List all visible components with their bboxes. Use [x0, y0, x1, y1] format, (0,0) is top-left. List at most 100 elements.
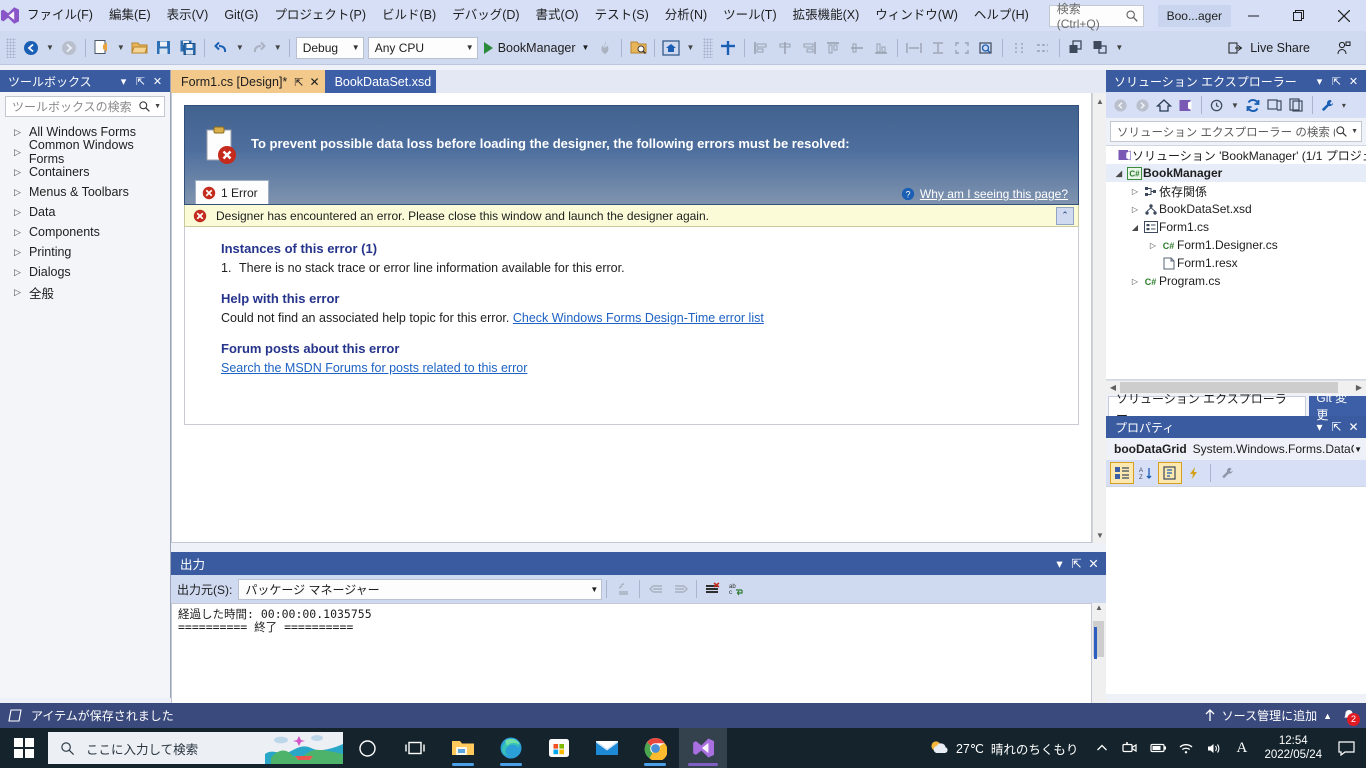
toolbox-pin-button[interactable]: ⇱: [132, 72, 149, 90]
chevron-down-icon[interactable]: ▼: [576, 43, 590, 52]
se-show-all-files-button[interactable]: [1175, 94, 1197, 116]
toolbox-item-components[interactable]: ▷ Components: [0, 222, 170, 242]
make-same-width-button[interactable]: [902, 36, 926, 60]
se-back-button[interactable]: [1109, 94, 1131, 116]
output-close-button[interactable]: ✕: [1085, 555, 1102, 573]
align-bottoms-button[interactable]: [869, 36, 893, 60]
scroll-up-icon[interactable]: ▲: [1092, 603, 1106, 612]
menu-build[interactable]: ビルド(B): [374, 0, 444, 31]
align-middles-button[interactable]: [845, 36, 869, 60]
menu-file[interactable]: ファイル(F): [19, 0, 101, 31]
twisty-collapsed-icon[interactable]: ▷: [1146, 241, 1160, 250]
horizontal-spacing-button[interactable]: [1007, 36, 1031, 60]
toggle-word-wrap-button[interactable]: ab c: [725, 577, 749, 601]
toolbox-search-input[interactable]: ツールボックスの検索 ▼: [5, 96, 165, 117]
file-explorer-button[interactable]: [439, 728, 487, 768]
pane-tab-solution-explorer[interactable]: ソリューション エクスプローラー: [1108, 392, 1307, 423]
ime-indicator[interactable]: A: [1229, 728, 1254, 768]
send-to-back-button[interactable]: [1088, 36, 1112, 60]
solution-explorer-close-button[interactable]: ✕: [1345, 72, 1362, 90]
scroll-down-icon[interactable]: ▼: [1093, 527, 1107, 543]
notifications-button[interactable]: 2: [1338, 706, 1360, 726]
network-tray-icon-button[interactable]: [1173, 728, 1198, 768]
toolbox-item-menus-toolbars[interactable]: ▷ Menus & Toolbars: [0, 182, 170, 202]
visual-studio-taskbar-button[interactable]: [679, 728, 727, 768]
account-button[interactable]: Boo...ager: [1157, 4, 1231, 27]
solution-platform-combo[interactable]: Any CPU ▼: [367, 36, 478, 59]
new-project-button[interactable]: [90, 36, 114, 60]
menu-edit[interactable]: 編集(E): [101, 0, 159, 31]
menu-debug[interactable]: デバッグ(D): [444, 0, 527, 31]
toolbar-grip[interactable]: [6, 37, 16, 58]
cortana-button[interactable]: [343, 728, 391, 768]
battery-tray-icon-button[interactable]: [1145, 728, 1170, 768]
properties-pin-button[interactable]: ⇱: [1328, 418, 1345, 436]
pane-tab-git-changes[interactable]: Git 変更: [1309, 391, 1366, 422]
clear-all-button[interactable]: [701, 577, 725, 601]
twisty-expanded-icon[interactable]: ◢: [1128, 223, 1142, 232]
start-button[interactable]: [0, 728, 48, 768]
navigate-forward-button[interactable]: [57, 36, 81, 60]
show-hidden-icons-button[interactable]: [1089, 728, 1114, 768]
solution-explorer-pin-button[interactable]: ⇱: [1328, 72, 1345, 90]
toolbox-item-general[interactable]: ▷ 全般: [0, 282, 170, 302]
tree-node-form1-resx[interactable]: Form1.resx: [1106, 254, 1366, 272]
alphabetical-view-button[interactable]: AZ: [1134, 462, 1158, 484]
solution-explorer-search-input[interactable]: ソリューション エクスプローラー の検索 (Ctrl+;) ▼: [1110, 121, 1362, 142]
solution-configuration-combo[interactable]: Debug ▼: [295, 36, 364, 59]
microsoft-store-button[interactable]: [535, 728, 583, 768]
tree-node-dependencies[interactable]: ▷ 依存関係: [1106, 182, 1366, 200]
task-view-button[interactable]: [391, 728, 439, 768]
align-lefts-button[interactable]: [749, 36, 773, 60]
properties-close-button[interactable]: ✕: [1345, 418, 1362, 436]
se-overflow-chevron-icon[interactable]: ▾: [1339, 101, 1349, 110]
live-share-button[interactable]: Live Share: [1220, 36, 1318, 60]
twisty-collapsed-icon[interactable]: ▷: [1128, 187, 1142, 196]
property-pages-button[interactable]: [1215, 462, 1239, 484]
tree-node-program-cs[interactable]: ▷ C# Program.cs: [1106, 272, 1366, 290]
restore-button[interactable]: [1276, 0, 1321, 31]
toolbox-item-dialogs[interactable]: ▷ Dialogs: [0, 262, 170, 282]
properties-grid[interactable]: [1106, 486, 1366, 694]
scroll-right-icon[interactable]: ▶: [1352, 381, 1366, 394]
chevron-up-icon[interactable]: ▲: [1323, 711, 1332, 721]
tab-order-button[interactable]: [716, 36, 740, 60]
toolbox-item-printing[interactable]: ▷ Printing: [0, 242, 170, 262]
twisty-expanded-icon[interactable]: ◢: [1112, 169, 1126, 178]
se-view-code-button[interactable]: [1286, 94, 1308, 116]
categorized-view-button[interactable]: [1110, 462, 1134, 484]
toolbox-item-data[interactable]: ▷ Data: [0, 202, 170, 222]
hot-reload-button[interactable]: [593, 36, 617, 60]
se-properties-button[interactable]: [1317, 94, 1339, 116]
new-project-dropdown-chevron-icon[interactable]: ▼: [114, 43, 128, 52]
menu-help[interactable]: ヘルプ(H): [966, 0, 1037, 31]
chevron-down-icon[interactable]: ▼: [154, 103, 161, 110]
bring-to-front-button[interactable]: [1064, 36, 1088, 60]
se-refresh-button[interactable]: [1242, 94, 1264, 116]
camera-tray-icon-button[interactable]: [1117, 728, 1142, 768]
google-chrome-button[interactable]: [631, 728, 679, 768]
toolbar-grip-2[interactable]: [703, 37, 714, 58]
vertical-spacing-button[interactable]: [1031, 36, 1055, 60]
undo-button[interactable]: [209, 36, 233, 60]
se-home-button[interactable]: [1153, 94, 1175, 116]
collapse-error-button[interactable]: ⌃: [1056, 206, 1074, 225]
align-centers-button[interactable]: [773, 36, 797, 60]
output-source-combo[interactable]: パッケージ マネージャー ▼: [238, 578, 603, 600]
global-search-input[interactable]: 検索 (Ctrl+Q): [1048, 2, 1144, 31]
properties-page-button[interactable]: [1158, 462, 1182, 484]
menu-format[interactable]: 書式(O): [528, 0, 587, 31]
close-icon[interactable]: ✕: [310, 75, 320, 89]
menu-analyze[interactable]: 分析(N): [657, 0, 715, 31]
se-filter-chevron-icon[interactable]: ▼: [1228, 101, 1242, 110]
save-all-button[interactable]: [176, 36, 200, 60]
go-to-next-message-button[interactable]: [668, 577, 692, 601]
microsoft-edge-button[interactable]: [487, 728, 535, 768]
output-dropdown-button[interactable]: ▾: [1051, 555, 1068, 573]
toolbar-overflow-chevron-icon[interactable]: ▼: [1112, 43, 1126, 52]
menu-tools[interactable]: ツール(T): [715, 0, 784, 31]
undo-dropdown-chevron-icon[interactable]: ▼: [233, 43, 247, 52]
back-dropdown-chevron-icon[interactable]: ▼: [43, 43, 57, 52]
tab-bookdataset-xsd[interactable]: BookDataSet.xsd: [324, 70, 437, 93]
tree-node-bookmanager-project[interactable]: ◢ C# BookManager: [1106, 164, 1366, 182]
